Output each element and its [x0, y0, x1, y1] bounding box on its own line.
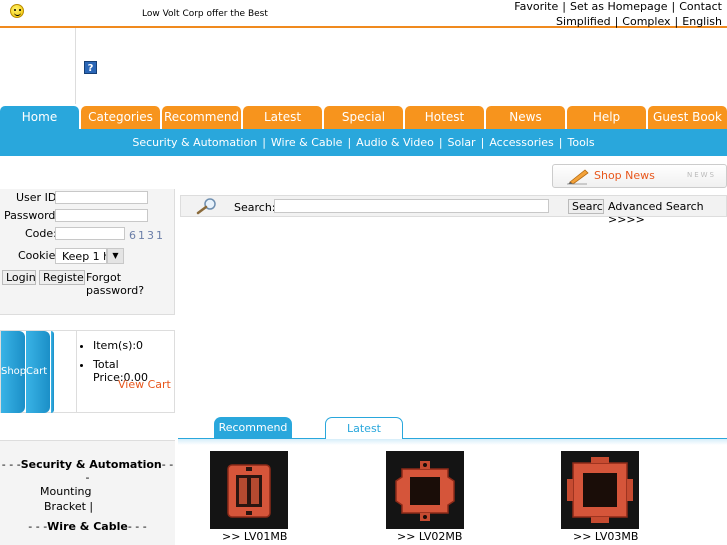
category-heading[interactable]: - - -Security & Automation- - - — [0, 458, 175, 484]
set-homepage-link[interactable]: Set as Homepage — [570, 0, 668, 13]
search-input[interactable] — [274, 199, 549, 213]
shop-news-label: Shop News — [594, 169, 655, 182]
product-caption[interactable]: >> LV02MB — [397, 530, 462, 543]
product-image-lv01mb[interactable] — [210, 451, 288, 529]
login-button[interactable]: Login — [2, 270, 36, 285]
tab-recommend-products[interactable]: Recommend — [214, 417, 292, 439]
advanced-search-link[interactable]: Advanced Search >>>> — [608, 200, 726, 226]
user-id-label: User ID: — [16, 191, 60, 204]
subnav-tools[interactable]: Tools — [568, 136, 595, 149]
search-button[interactable]: Search — [568, 199, 604, 214]
product-caption[interactable]: >> LV01MB — [222, 530, 287, 543]
help-icon[interactable]: ? — [84, 61, 97, 74]
category-heading[interactable]: - - -Wire & Cable- - - — [0, 520, 175, 533]
product-image-lv03mb[interactable] — [561, 451, 639, 529]
cookie-select[interactable]: Keep 1 h — [55, 248, 107, 264]
tab-band — [178, 439, 727, 445]
category-list: - - -Security & Automation- - - Mounting… — [0, 440, 175, 545]
register-button[interactable]: Register — [39, 270, 85, 285]
divider — [76, 331, 77, 413]
search-bar: Search: Search Advanced Search >>>> — [180, 195, 727, 226]
complex-link[interactable]: Complex — [622, 15, 670, 28]
divider — [75, 28, 76, 104]
category-item[interactable]: Mounting — [40, 485, 92, 498]
tab-help[interactable]: Help — [567, 106, 646, 129]
password-input[interactable] — [55, 209, 148, 222]
product-caption[interactable]: >> LV03MB — [573, 530, 638, 543]
top-bar: Low Volt Corp offer the Best Favorite | Se… — [0, 0, 727, 28]
category-item[interactable]: Bracket | — [44, 500, 93, 513]
tab-recommend[interactable]: Recommend — [162, 106, 241, 129]
english-link[interactable]: English — [682, 15, 722, 28]
product-image-lv02mb[interactable] — [386, 451, 464, 529]
cart-button[interactable]: Cart — [26, 331, 50, 413]
captcha-code: 6131 — [129, 229, 165, 242]
tab-latest-products[interactable]: Latest — [325, 417, 403, 439]
tab-home[interactable]: Home — [0, 106, 79, 129]
chevron-down-icon[interactable]: ▼ — [107, 248, 124, 264]
cart-items-count: Item(s):0 — [93, 339, 174, 352]
code-label: Code: — [25, 227, 57, 240]
subnav-solar[interactable]: Solar — [448, 136, 476, 149]
contact-link[interactable]: Contact — [679, 0, 722, 13]
login-panel: User ID: Password: Code: 6131 Cookie: Ke… — [0, 189, 175, 315]
shop-button[interactable]: Shop — [1, 331, 25, 413]
user-id-input[interactable] — [55, 191, 148, 204]
password-label: Password: — [4, 209, 60, 222]
shop-news-header[interactable]: Shop News NEWS — [552, 164, 727, 188]
site-slogan: Low Volt Corp offer the Best — [142, 9, 268, 19]
tab-news[interactable]: News — [486, 106, 565, 129]
search-icon — [196, 198, 216, 215]
smiley-logo-icon — [10, 4, 24, 18]
subnav-accessories[interactable]: Accessories — [489, 136, 553, 149]
view-cart-link[interactable]: View Cart — [118, 378, 171, 391]
tab-hotest[interactable]: Hotest — [405, 106, 484, 129]
forgot-password-link[interactable]: Forgot password? — [86, 271, 174, 297]
pencil-icon — [567, 169, 589, 185]
subnav-audio-video[interactable]: Audio & Video — [356, 136, 434, 149]
tab-categories[interactable]: Categories — [81, 106, 160, 129]
cart-tab-edge — [51, 331, 54, 413]
tab-latest[interactable]: Latest — [243, 106, 322, 129]
product-tabs: Recommend Latest — [178, 416, 727, 439]
search-label: Search: — [234, 201, 276, 214]
sub-nav: Security & Automation | Wire & Cable | Audio… — [0, 129, 727, 156]
code-input[interactable] — [55, 227, 125, 240]
main-nav: Home Categories Recommend Latest Special… — [0, 106, 727, 129]
simplified-link[interactable]: Simplified — [556, 15, 611, 28]
top-links-row1: Favorite | Set as Homepage | Contact — [514, 0, 722, 13]
cookie-label: Cookie: — [18, 249, 60, 262]
news-badge: NEWS — [686, 171, 716, 179]
subnav-wire-cable[interactable]: Wire & Cable — [271, 136, 343, 149]
tab-special[interactable]: Special — [324, 106, 403, 129]
top-links-row2: Simplified | Complex | English — [556, 15, 722, 28]
favorite-link[interactable]: Favorite — [514, 0, 558, 13]
tab-guest-book[interactable]: Guest Book — [648, 106, 727, 129]
subnav-security[interactable]: Security & Automation — [132, 136, 257, 149]
cart-panel: Shop Cart Item(s):0 Total Price:0.00 Vie… — [0, 330, 175, 413]
